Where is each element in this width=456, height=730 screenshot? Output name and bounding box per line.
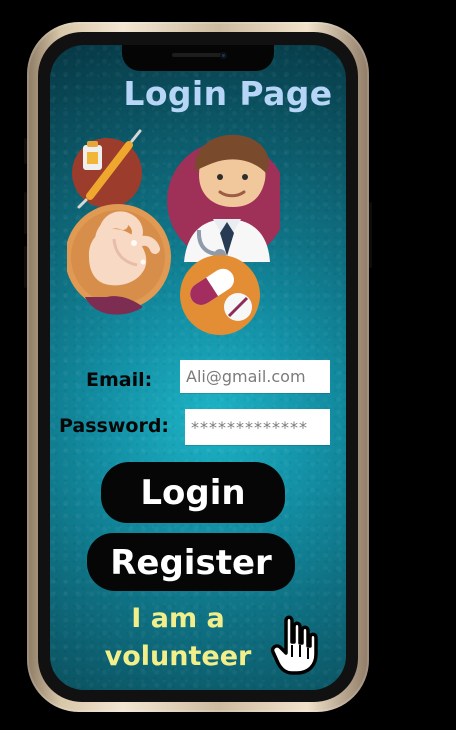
volunteer-link[interactable]: I am a volunteer — [93, 600, 263, 676]
volume-down-button — [24, 246, 27, 288]
pill-icon — [180, 255, 260, 335]
login-button[interactable]: Login — [101, 462, 285, 523]
volunteer-link-line1: I am a — [131, 603, 225, 634]
volume-up-button — [24, 192, 27, 234]
password-label: Password: — [59, 415, 170, 437]
email-label: Email: — [86, 369, 153, 391]
password-field[interactable] — [185, 409, 330, 445]
register-button[interactable]: Register — [87, 533, 295, 591]
volunteer-link-line2: volunteer — [104, 641, 252, 672]
mute-switch — [24, 138, 27, 164]
syringe-icon — [72, 129, 142, 209]
front-camera — [220, 52, 227, 59]
healthcare-illustration — [67, 129, 280, 335]
hand-cursor-icon — [270, 615, 318, 675]
phone-notch — [122, 45, 274, 71]
doctor-icon — [167, 134, 280, 262]
speaker-grille — [172, 53, 224, 57]
handwash-icon — [67, 204, 171, 315]
page-title: Login Page — [123, 74, 333, 113]
power-button — [369, 202, 372, 268]
email-field[interactable] — [180, 360, 330, 393]
